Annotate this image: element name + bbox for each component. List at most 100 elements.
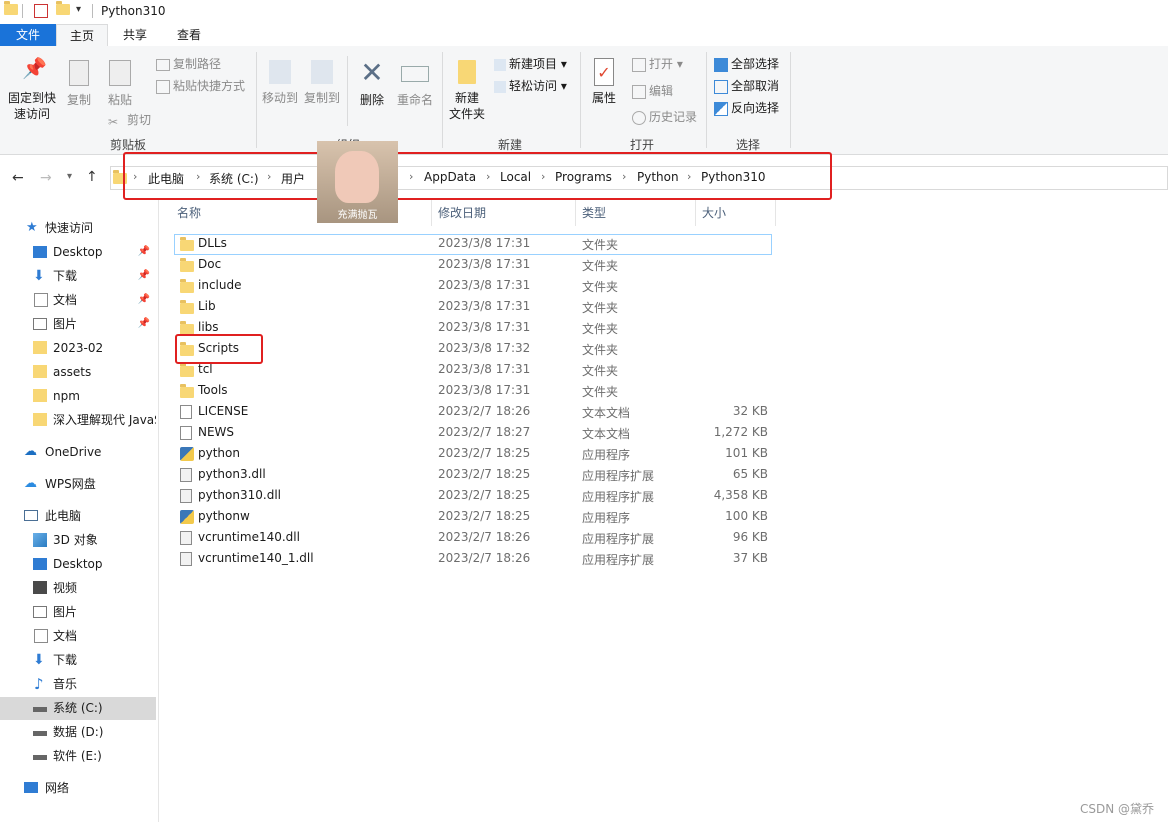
folder-icon [180, 258, 194, 275]
column-header-type[interactable]: 类型 [582, 204, 606, 221]
close-icon: ✕ [360, 56, 384, 89]
nav-pc-desktop[interactable]: Desktop [0, 553, 156, 575]
up-arrow-icon[interactable]: ↑ [86, 169, 98, 185]
table-row[interactable]: Scripts 2023/3/8 17:32 文件夹 [174, 339, 772, 360]
chevron-down-icon[interactable]: ▾ [76, 4, 90, 18]
nav-documents[interactable]: 文档 📌 [0, 289, 156, 311]
table-row[interactable]: vcruntime140_1.dll 2023/2/7 18:26 应用程序扩展 37… [174, 549, 772, 570]
nav-drive-d[interactable]: 数据 (D:) [0, 721, 156, 743]
table-row[interactable]: vcruntime140.dll 2023/2/7 18:26 应用程序扩展 96 K… [174, 528, 772, 549]
edit-button[interactable]: 编辑 [632, 82, 673, 100]
rename-button[interactable]: 重命名 [394, 60, 436, 108]
table-row[interactable]: python 2023/2/7 18:25 应用程序 101 KB [174, 444, 772, 465]
nav-onedrive[interactable]: ☁ OneDrive [0, 441, 156, 463]
desktop-icon [33, 246, 47, 258]
table-row[interactable]: DLLs 2023/3/8 17:31 文件夹 [174, 234, 772, 255]
back-arrow-icon[interactable]: ← [12, 170, 24, 186]
nav-desktop[interactable]: Desktop 📌 [0, 241, 156, 263]
nav-this-pc[interactable]: 此电脑 [0, 505, 156, 527]
nav-3d-objects[interactable]: 3D 对象 [0, 529, 156, 551]
document-icon [34, 293, 48, 307]
chevron-down-icon[interactable]: ▾ [67, 171, 72, 182]
table-row[interactable]: libs 2023/3/8 17:31 文件夹 [174, 318, 772, 339]
ribbon-empty-area [792, 46, 1168, 155]
column-divider[interactable] [431, 200, 432, 226]
table-row[interactable]: python3.dll 2023/2/7 18:25 应用程序扩展 65 KB [174, 465, 772, 486]
scissors-icon: ✂ [108, 114, 119, 129]
nav-downloads[interactable]: ⬇ 下载 📌 [0, 265, 156, 287]
nav-folder-assets[interactable]: assets [0, 361, 156, 383]
tab-view[interactable]: 查看 [166, 24, 212, 46]
table-row[interactable]: NEWS 2023/2/7 18:27 文本文档 1,272 KB [174, 423, 772, 444]
file-name: python310.dll [198, 488, 281, 502]
select-none-button[interactable]: 全部取消 [714, 77, 779, 95]
table-row[interactable]: Doc 2023/3/8 17:31 文件夹 [174, 255, 772, 276]
column-divider[interactable] [575, 200, 576, 226]
nav-pc-downloads[interactable]: ⬇ 下载 [0, 649, 156, 671]
nav-pictures[interactable]: 图片 📌 [0, 313, 156, 335]
nav-pc-documents[interactable]: 文档 [0, 625, 156, 647]
copy-to-button[interactable]: 复制到 [302, 60, 342, 106]
copy-button[interactable]: 复制 [62, 60, 96, 108]
file-date: 2023/2/7 18:25 [438, 467, 531, 481]
folder-icon [33, 341, 47, 354]
nav-folder-npm[interactable]: npm [0, 385, 156, 407]
easy-access-button[interactable]: 轻松访问 ▾ [494, 77, 567, 95]
table-row[interactable]: pythonw 2023/2/7 18:25 应用程序 100 KB [174, 507, 772, 528]
table-row[interactable]: Lib 2023/3/8 17:31 文件夹 [174, 297, 772, 318]
pin-quick-access-button[interactable]: 📌 固定到快 速访问 [4, 58, 60, 122]
cut-button[interactable]: ✂ 剪切 [108, 111, 151, 129]
table-row[interactable]: LICENSE 2023/2/7 18:26 文本文档 32 KB [174, 402, 772, 423]
move-to-button[interactable]: 移动到 [260, 60, 300, 106]
nav-folder-2023-02[interactable]: 2023-02 [0, 337, 156, 359]
nav-music[interactable]: ♪ 音乐 [0, 673, 156, 695]
copy-to-label: 复制到 [303, 91, 340, 105]
pin-icon[interactable]: 📌 [138, 241, 150, 263]
file-name: pythonw [198, 509, 250, 523]
column-header-date[interactable]: 修改日期 [438, 204, 486, 221]
nav-network[interactable]: 网络 [0, 777, 156, 799]
nav-folder-javascript[interactable]: 深入理解现代 JavaS [0, 409, 156, 431]
tab-home[interactable]: 主页 [56, 24, 108, 46]
tab-file[interactable]: 文件 [0, 24, 56, 46]
column-divider[interactable] [695, 200, 696, 226]
copy-path-button[interactable]: 复制路径 [156, 55, 221, 73]
properties-button[interactable]: ✓ 属性 [586, 58, 622, 106]
nav-quick-access[interactable]: ★ 快速访问 [0, 217, 156, 239]
column-divider[interactable] [775, 200, 776, 226]
drive-icon [33, 707, 47, 712]
file-name: Doc [198, 257, 222, 271]
table-row[interactable]: Tools 2023/3/8 17:31 文件夹 [174, 381, 772, 402]
paste-shortcut-button[interactable]: 粘贴快捷方式 [156, 77, 245, 95]
properties-icon: ✓ [594, 58, 614, 86]
nav-wps-drive[interactable]: ☁ WPS网盘 [0, 473, 156, 495]
new-folder-quick-icon[interactable] [56, 1, 70, 18]
tab-share[interactable]: 共享 [112, 24, 158, 46]
nav-videos[interactable]: 视频 [0, 577, 156, 599]
select-all-button[interactable]: 全部选择 [714, 55, 779, 73]
title-bar: ▾ Python310 [0, 0, 1168, 24]
paste-button[interactable]: 粘贴 [102, 60, 138, 108]
column-header-size[interactable]: 大小 [702, 204, 726, 221]
nav-drive-e[interactable]: 软件 (E:) [0, 745, 156, 767]
file-name: Lib [198, 299, 216, 313]
delete-button[interactable]: ✕ 删除 [354, 58, 390, 108]
pin-icon[interactable]: 📌 [138, 265, 150, 287]
forward-arrow-icon[interactable]: → [40, 170, 52, 186]
new-item-button[interactable]: 新建项目 ▾ [494, 55, 567, 73]
file-type: 文件夹 [582, 238, 619, 252]
pin-icon[interactable]: 📌 [138, 289, 150, 311]
pin-icon[interactable]: 📌 [138, 313, 150, 335]
open-button[interactable]: 打开 ▾ [632, 55, 683, 73]
nav-drive-c[interactable]: 系统 (C:) [0, 697, 156, 719]
table-row[interactable]: include 2023/3/8 17:31 文件夹 [174, 276, 772, 297]
table-row[interactable]: python310.dll 2023/2/7 18:25 应用程序扩展 4,358 K… [174, 486, 772, 507]
history-button[interactable]: 历史记录 [632, 108, 697, 126]
properties-quick-icon[interactable] [34, 4, 48, 18]
edit-label: 编辑 [649, 84, 674, 98]
invert-selection-button[interactable]: 反向选择 [714, 99, 779, 117]
nav-pc-pictures[interactable]: 图片 [0, 601, 156, 623]
column-header-name[interactable]: 名称 [177, 204, 201, 221]
new-folder-button[interactable]: 新建 文件夹 [446, 60, 488, 122]
table-row[interactable]: tcl 2023/3/8 17:31 文件夹 [174, 360, 772, 381]
